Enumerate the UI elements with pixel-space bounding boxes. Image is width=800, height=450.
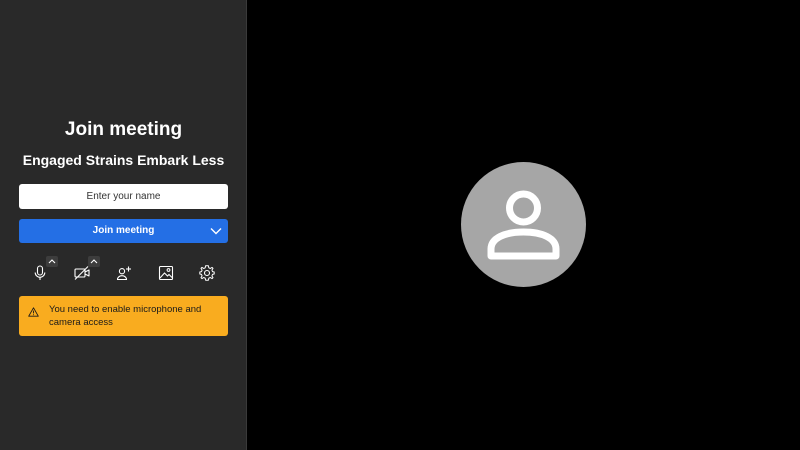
name-input[interactable] [19,184,228,209]
prejoin-panel: Join meeting Engaged Strains Embark Less… [0,0,247,450]
microphone-options-caret-icon[interactable] [46,256,58,267]
warning-message: You need to enable microphone and camera… [49,304,202,328]
join-meeting-button[interactable]: Join meeting [19,219,228,243]
meeting-name: Engaged Strains Embark Less [22,152,225,168]
join-meeting-label: Join meeting [92,225,155,236]
warning-triangle-icon [28,304,39,317]
join-options-chevron-icon[interactable] [210,226,222,236]
settings-gear-icon[interactable] [198,264,216,282]
camera-options-caret-icon[interactable] [88,256,100,267]
page-title: Join meeting [64,119,183,140]
user-placeholder-icon [461,162,586,287]
background-image-icon[interactable] [157,264,175,282]
invite-person-icon[interactable] [115,264,133,282]
permission-warning-banner: You need to enable microphone and camera… [19,296,228,336]
